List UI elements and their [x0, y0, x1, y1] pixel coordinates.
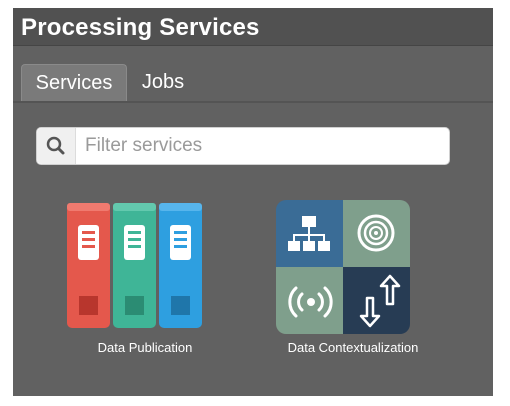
target-icon — [357, 214, 395, 252]
filter-services-field[interactable] — [36, 127, 450, 165]
service-data-publication[interactable]: Data Publication — [65, 200, 225, 360]
tab-services[interactable]: Services — [21, 64, 127, 101]
filter-services-input[interactable] — [83, 130, 437, 162]
panel-title: Processing Services — [21, 14, 260, 41]
service-label: Data Contextualization — [287, 340, 419, 355]
panel-header: Processing Services — [13, 8, 493, 46]
tab-jobs[interactable]: Jobs — [139, 64, 187, 100]
contextualization-grid-icon — [276, 200, 410, 334]
service-label: Data Publication — [97, 340, 193, 355]
processing-services-panel: Processing Services Services Jobs Filter… — [13, 8, 493, 396]
search-icon — [37, 128, 76, 164]
tab-bar: Services Jobs — [13, 46, 493, 103]
binders-icon — [67, 203, 202, 328]
service-data-contextualization[interactable]: Data Contextualization — [273, 200, 433, 360]
tab-divider — [13, 101, 493, 103]
